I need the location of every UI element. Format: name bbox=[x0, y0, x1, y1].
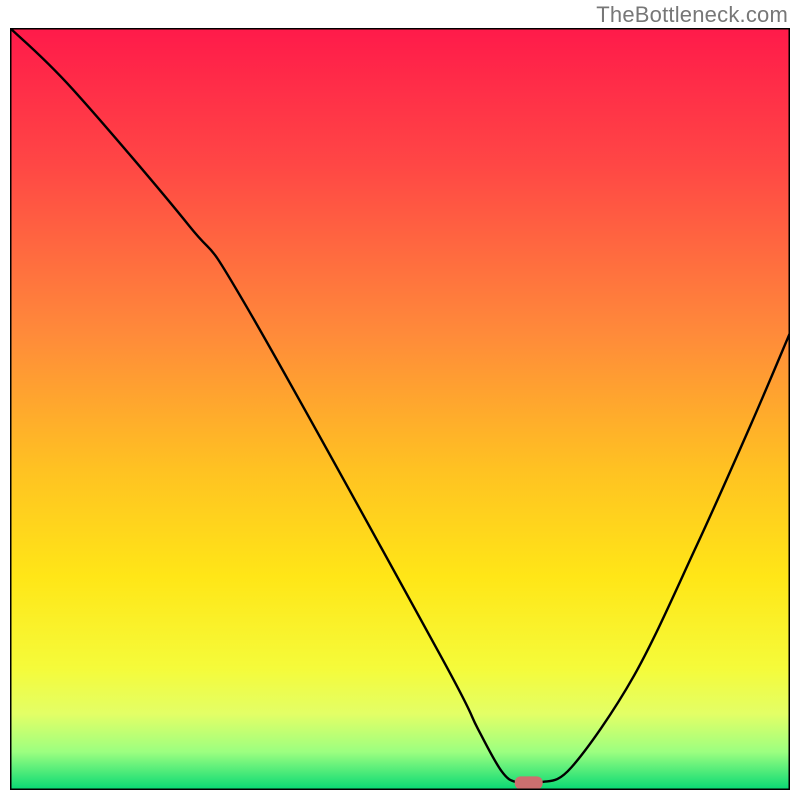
gradient-background bbox=[10, 28, 790, 790]
chart-frame bbox=[10, 28, 790, 790]
bottleneck-chart bbox=[10, 28, 790, 790]
attribution-text: TheBottleneck.com bbox=[596, 2, 788, 28]
optimal-marker bbox=[515, 776, 543, 789]
